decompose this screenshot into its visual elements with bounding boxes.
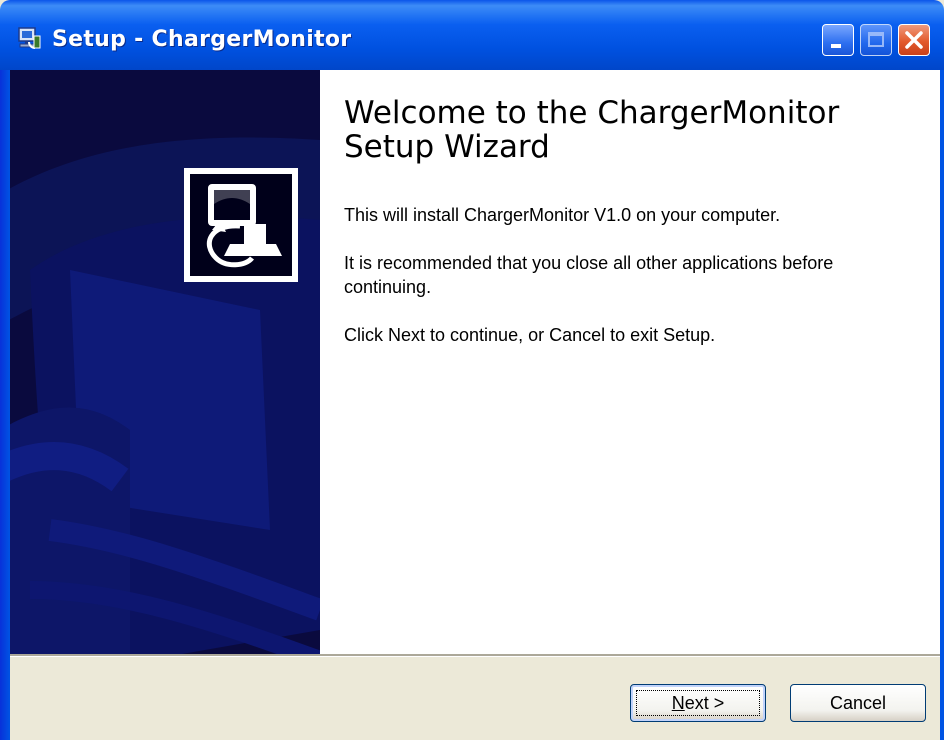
window-title: Setup - ChargerMonitor <box>52 27 352 52</box>
window-frame-right <box>940 70 944 740</box>
wizard-banner <box>10 70 320 654</box>
close-apps-recommendation: It is recommended that you close all oth… <box>344 253 834 297</box>
cancel-button[interactable]: Cancel <box>790 684 926 722</box>
install-description: This will install ChargerMonitor V1.0 on… <box>344 205 781 225</box>
window-frame-left <box>0 70 10 740</box>
installer-computer-icon <box>206 184 282 268</box>
welcome-heading: Welcome to the ChargerMonitor Setup Wiza… <box>344 95 840 165</box>
minimize-icon <box>831 44 841 48</box>
focus-rectangle <box>636 690 760 716</box>
banner-artwork <box>10 70 320 654</box>
next-button[interactable]: Next > <box>630 684 766 722</box>
setup-app-icon <box>16 26 42 52</box>
wizard-content: Welcome to the ChargerMonitor Setup Wiza… <box>320 70 940 654</box>
maximize-icon <box>868 32 884 47</box>
minimize-button[interactable] <box>822 24 854 56</box>
title-bar[interactable]: Setup - ChargerMonitor <box>0 0 944 70</box>
continue-instruction: Click Next to continue, or Cancel to exi… <box>344 325 716 345</box>
close-icon <box>905 31 923 49</box>
setup-window: Setup - ChargerMonitor Welcome to the Ch… <box>0 0 944 740</box>
close-button[interactable] <box>898 24 930 56</box>
installer-logo <box>184 168 298 282</box>
maximize-button[interactable] <box>860 24 892 56</box>
